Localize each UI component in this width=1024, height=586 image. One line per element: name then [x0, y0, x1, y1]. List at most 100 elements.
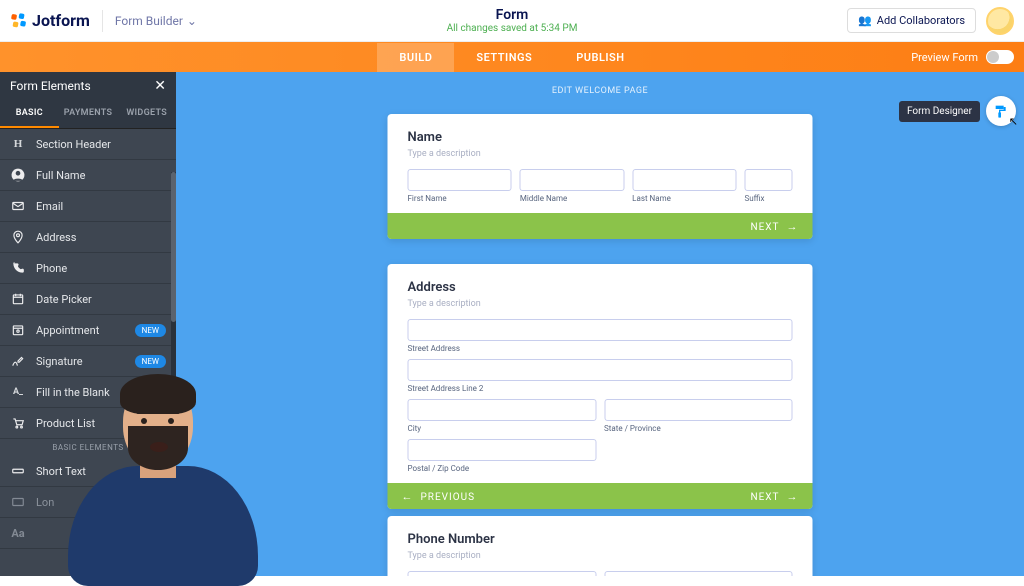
previous-button[interactable]: ← PREVIOUS [402, 490, 476, 503]
brand-logo[interactable]: Jotform [10, 11, 90, 30]
element-phone[interactable]: Phone [0, 253, 176, 284]
card-description[interactable]: Type a description [408, 149, 793, 159]
close-panel-button[interactable]: ✕ [154, 78, 166, 94]
form-designer: Form Designer ↖ [899, 96, 1016, 126]
form-builder-label: Form Builder [115, 14, 183, 28]
first-name-input[interactable] [408, 169, 512, 191]
elements-list: HSection Header Full Name Email Address … [0, 129, 176, 576]
form-canvas[interactable]: EDIT WELCOME PAGE Name Type a descriptio… [176, 72, 1024, 576]
suffix-input[interactable] [744, 169, 792, 191]
middle-name-input[interactable] [520, 169, 624, 191]
form-designer-button[interactable]: ↖ [986, 96, 1016, 126]
email-icon [10, 198, 26, 214]
fill-blank-icon: A_ [10, 384, 26, 400]
element-label: Product List [36, 417, 95, 430]
element-section-header[interactable]: H Section Header [0, 129, 176, 160]
next-button[interactable]: NEXT → [750, 490, 798, 503]
arrow-left-icon: ← [402, 490, 414, 503]
element-address[interactable]: Address [0, 222, 176, 253]
element-label: Email [36, 200, 63, 213]
tab-settings[interactable]: SETTINGS [454, 43, 554, 72]
phone-area-input[interactable] [408, 571, 597, 576]
panel-tab-widgets[interactable]: WIDGETS [117, 100, 176, 128]
field-sublabel: State / Province [604, 424, 793, 433]
last-name-input[interactable] [632, 169, 736, 191]
preview-form-toggle[interactable]: Preview Form [911, 42, 1014, 72]
top-bar: Jotform Form Builder ⌄ Form All changes … [0, 0, 1024, 42]
card-name[interactable]: Name Type a description First Name Middl… [388, 114, 813, 239]
tab-publish[interactable]: PUBLISH [554, 43, 646, 72]
edit-welcome-hint[interactable]: EDIT WELCOME PAGE [552, 86, 648, 96]
paragraph-icon: Aa [10, 525, 26, 541]
cart-icon [10, 415, 26, 431]
phone-number-input[interactable] [604, 571, 793, 576]
postal-input[interactable] [408, 439, 597, 461]
card-footer: ← PREVIOUS NEXT → [388, 483, 813, 509]
form-designer-tooltip: Form Designer [899, 101, 980, 122]
heading-icon: H [10, 136, 26, 152]
jotform-icon [10, 12, 28, 30]
arrow-right-icon: → [787, 220, 799, 233]
builder-nav: BUILD SETTINGS PUBLISH Preview Form [0, 42, 1024, 72]
card-title[interactable]: Address [408, 280, 793, 295]
element-label: Date Picker [36, 293, 92, 306]
city-input[interactable] [408, 399, 597, 421]
element-full-name[interactable]: Full Name [0, 160, 176, 191]
element-label: Section Header [36, 138, 111, 151]
street-address-2-input[interactable] [408, 359, 793, 381]
element-date-picker[interactable]: Date Picker [0, 284, 176, 315]
element-long-text[interactable]: Lon [0, 487, 176, 518]
element-paragraph[interactable]: Aa [0, 518, 176, 549]
element-short-text[interactable]: Short Text [0, 456, 176, 487]
scrollbar-thumb[interactable] [171, 172, 176, 322]
new-badge: NEW [135, 324, 166, 337]
panel-tab-basic[interactable]: BASIC [0, 100, 59, 128]
card-title[interactable]: Name [408, 130, 793, 145]
element-label: Lon [36, 496, 54, 509]
cursor-icon: ↖ [1009, 115, 1018, 128]
field-sublabel: Postal / Zip Code [408, 464, 597, 473]
new-badge: NEW [135, 355, 166, 368]
brand-name: Jotform [32, 11, 90, 30]
street-address-input[interactable] [408, 319, 793, 341]
add-collaborators-button[interactable]: 👥 Add Collaborators [847, 8, 976, 33]
field-sublabel: Middle Name [520, 194, 624, 203]
state-input[interactable] [604, 399, 793, 421]
next-button[interactable]: NEXT → [750, 220, 798, 233]
divider [102, 10, 103, 32]
save-status: All changes saved at 5:34 PM [447, 23, 578, 34]
field-sublabel: Suffix [744, 194, 792, 203]
card-description[interactable]: Type a description [408, 299, 793, 309]
form-builder-dropdown[interactable]: Form Builder ⌄ [115, 14, 197, 28]
signature-icon [10, 353, 26, 369]
field-sublabel: Street Address Line 2 [408, 384, 793, 393]
element-more[interactable] [0, 549, 176, 576]
location-icon [10, 229, 26, 245]
element-label: Appointment [36, 324, 99, 337]
element-appointment[interactable]: Appointment NEW [0, 315, 176, 346]
field-sublabel: City [408, 424, 597, 433]
element-email[interactable]: Email [0, 191, 176, 222]
card-phone[interactable]: Phone Number Type a description [388, 516, 813, 576]
field-sublabel: First Name [408, 194, 512, 203]
appointment-icon [10, 322, 26, 338]
chevron-down-icon: ⌄ [187, 14, 197, 28]
element-label: Short Text [36, 465, 86, 478]
tab-build[interactable]: BUILD [377, 43, 454, 72]
field-sublabel: Street Address [408, 344, 793, 353]
arrow-right-icon: → [787, 490, 799, 503]
panel-title: Form Elements [10, 79, 91, 93]
people-icon: 👥 [858, 14, 872, 27]
element-product-list[interactable]: Product List [0, 408, 176, 439]
panel-tab-payments[interactable]: PAYMENTS [59, 100, 118, 128]
user-avatar[interactable] [986, 7, 1014, 35]
element-label: Fill in the Blank [36, 386, 110, 399]
form-title[interactable]: Form [447, 7, 578, 23]
dropdown-icon [10, 556, 26, 572]
card-address[interactable]: Address Type a description Street Addres… [388, 264, 813, 509]
element-fill-blank[interactable]: A_ Fill in the Blank [0, 377, 176, 408]
card-description[interactable]: Type a description [408, 551, 793, 561]
card-title[interactable]: Phone Number [408, 532, 793, 547]
element-signature[interactable]: SignatureNEW [0, 346, 176, 377]
long-text-icon [10, 494, 26, 510]
